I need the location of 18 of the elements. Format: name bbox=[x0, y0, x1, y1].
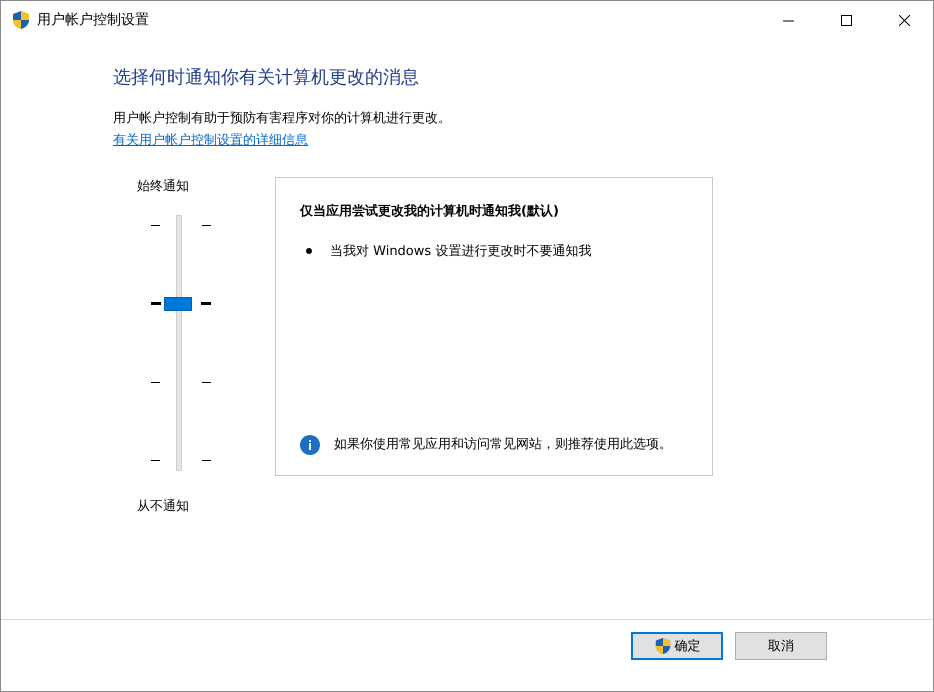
maximize-icon bbox=[840, 14, 852, 26]
description-text: 用户帐户控制有助于预防有害程序对你的计算机进行更改。 bbox=[113, 110, 452, 127]
panel-title: 仅当应用尝试更改我的计算机时通知我(默认) bbox=[300, 202, 560, 220]
details-link[interactable]: 有关用户帐户控制设置的详细信息 bbox=[113, 131, 308, 149]
slider-bottom-label: 从不通知 bbox=[137, 498, 189, 515]
bullet-text: 当我对 Windows 设置进行更改时不要通知我 bbox=[330, 243, 592, 260]
slider-thumb[interactable] bbox=[164, 296, 192, 311]
slider-top-label: 始终通知 bbox=[137, 178, 189, 195]
window-title: 用户帐户控制设置 bbox=[37, 11, 150, 29]
cancel-button[interactable]: 取消 bbox=[735, 632, 827, 660]
ok-button[interactable]: 确定 bbox=[631, 632, 723, 660]
shield-icon bbox=[654, 637, 672, 655]
info-text: 如果你使用常见应用和访问常见网站，则推荐使用此选项。 bbox=[334, 436, 673, 454]
close-icon bbox=[898, 14, 910, 26]
info-icon bbox=[300, 435, 320, 455]
page-heading: 选择何时通知你有关计算机更改的消息 bbox=[113, 66, 420, 89]
shield-icon bbox=[11, 10, 31, 30]
bullet-icon bbox=[306, 248, 312, 254]
